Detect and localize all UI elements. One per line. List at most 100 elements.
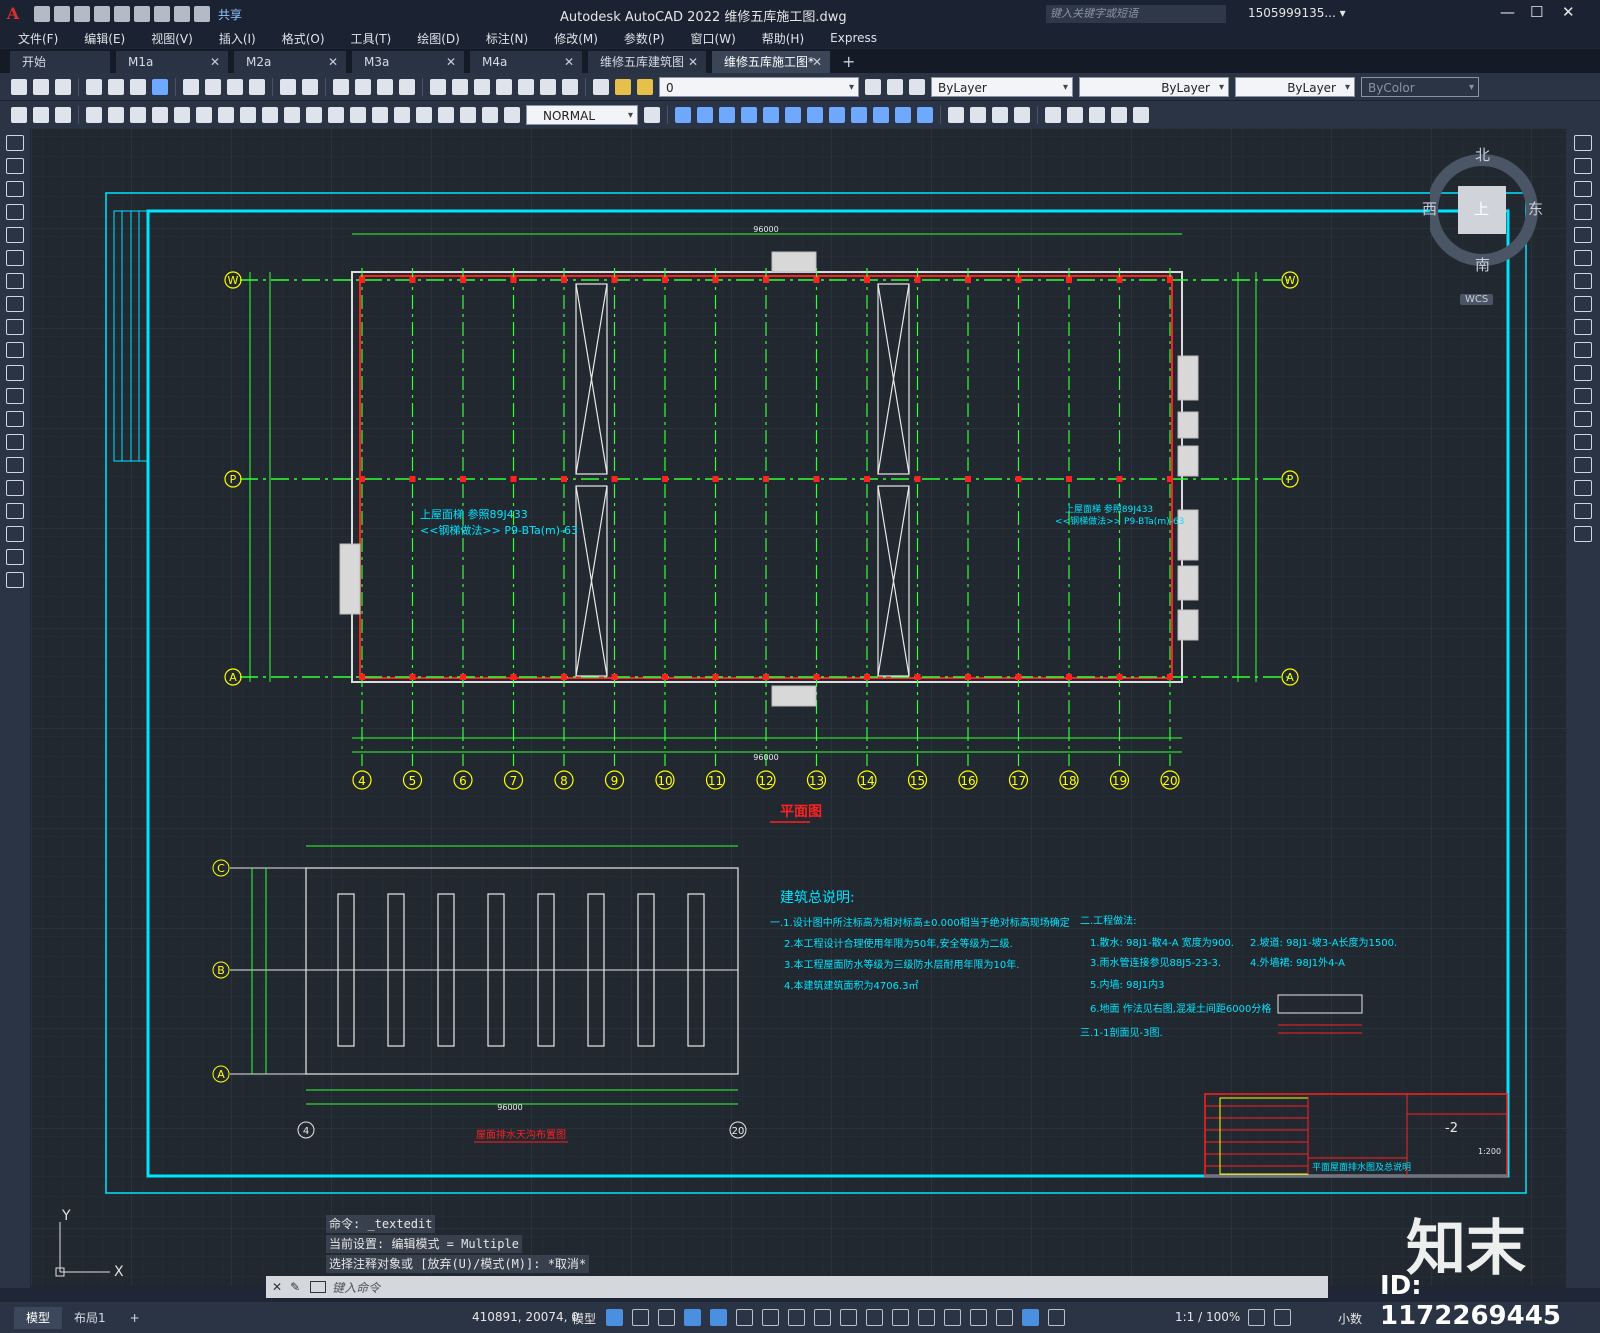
zoom-previous-icon[interactable] <box>399 78 415 95</box>
menu-item[interactable]: 编辑(E) <box>84 30 125 47</box>
close-tab-icon[interactable]: ✕ <box>328 51 338 73</box>
compass-west[interactable]: 西 <box>1422 198 1437 219</box>
workspace-gear-icon[interactable] <box>1248 1309 1265 1326</box>
undo-icon[interactable] <box>280 78 296 95</box>
publish-icon[interactable] <box>130 78 146 95</box>
table-icon[interactable] <box>6 526 24 542</box>
table-icon[interactable] <box>55 106 71 123</box>
isodraft-icon[interactable] <box>762 1309 779 1326</box>
break-at-point-icon[interactable] <box>1574 388 1592 404</box>
blend-icon[interactable] <box>1574 503 1592 519</box>
viewcube[interactable]: 北 南 东 西 上 WCS <box>1422 142 1566 312</box>
dim-continue-icon[interactable] <box>306 106 322 123</box>
cube-top-face[interactable]: 上 <box>1474 198 1489 219</box>
jogged-linear-icon[interactable] <box>438 106 454 123</box>
file-tab[interactable]: M3a ✕ <box>352 51 464 73</box>
ucs-z-icon[interactable] <box>917 106 933 123</box>
command-input[interactable]: ✕ ✎ 键入命令 <box>266 1276 1328 1298</box>
menu-item[interactable]: 文件(F) <box>18 30 58 47</box>
paste-icon[interactable] <box>227 78 243 95</box>
offset-icon[interactable] <box>1574 204 1592 220</box>
polyline-icon[interactable] <box>6 181 24 197</box>
transparency-icon[interactable] <box>866 1309 883 1326</box>
lineweight-combo[interactable]: ByLayer ▾ <box>1235 76 1355 97</box>
save-as-icon[interactable] <box>94 6 110 22</box>
hatch-icon[interactable] <box>6 457 24 473</box>
extend-icon[interactable] <box>1574 365 1592 381</box>
cut-icon[interactable] <box>183 78 199 95</box>
bulb-icon[interactable] <box>615 78 631 95</box>
minimize-button[interactable]: — <box>1500 3 1515 21</box>
polygon-icon[interactable] <box>6 204 24 220</box>
save-icon[interactable] <box>55 78 71 95</box>
properties-icon[interactable] <box>430 78 446 95</box>
dynamic-input-icon[interactable] <box>684 1309 701 1326</box>
redo-icon[interactable] <box>194 6 210 22</box>
close-tab-icon[interactable]: ✕ <box>446 51 456 73</box>
markup-icon[interactable] <box>518 78 534 95</box>
ucs-y-icon[interactable] <box>895 106 911 123</box>
rectangle-icon[interactable] <box>6 227 24 243</box>
copy-object-icon[interactable] <box>1574 158 1592 174</box>
match-prop-icon[interactable] <box>249 78 265 95</box>
dim-update-icon[interactable] <box>504 106 520 123</box>
compass-east[interactable]: 东 <box>1528 198 1543 219</box>
plot-icon[interactable] <box>154 6 170 22</box>
dim-jogged-icon[interactable] <box>196 106 212 123</box>
zoom-window-icon[interactable] <box>377 78 393 95</box>
dim-aligned-icon[interactable] <box>108 106 124 123</box>
quick-dim-icon[interactable] <box>262 106 278 123</box>
layer-properties-icon[interactable] <box>593 78 609 95</box>
plotstyle-combo[interactable]: ByColor ▾ <box>1361 76 1479 97</box>
design-center-icon[interactable] <box>452 78 468 95</box>
annotation-scale[interactable]: 1:1 / 100% <box>1175 1310 1240 1324</box>
dim-text-edit-icon[interactable] <box>482 106 498 123</box>
compass-south[interactable]: 南 <box>1475 254 1490 275</box>
scale-icon[interactable] <box>1574 296 1592 312</box>
polar-icon[interactable] <box>736 1309 753 1326</box>
fillet-icon[interactable] <box>1574 480 1592 496</box>
inspection-icon[interactable] <box>416 106 432 123</box>
revcloud-icon[interactable] <box>6 296 24 312</box>
ucs-previous-icon[interactable] <box>719 106 735 123</box>
new-icon[interactable] <box>34 6 50 22</box>
redo-icon[interactable] <box>302 78 318 95</box>
dim-radius-icon[interactable] <box>174 106 190 123</box>
mirror-icon[interactable] <box>1574 181 1592 197</box>
file-tab[interactable]: M4a ✕ <box>470 51 582 73</box>
construction-line-icon[interactable] <box>6 158 24 174</box>
open-icon[interactable] <box>33 78 49 95</box>
annotate-icon[interactable] <box>11 106 27 123</box>
user-account[interactable]: 1505999135... ▾ <box>1248 6 1346 20</box>
annotation-visibility-icon[interactable] <box>1022 1309 1039 1326</box>
dim-arc-icon[interactable] <box>130 106 146 123</box>
undo-icon[interactable] <box>174 6 190 22</box>
menu-item[interactable]: 标注(N) <box>486 30 528 47</box>
layer-previous-icon[interactable] <box>887 78 903 95</box>
ucs-3point-icon[interactable] <box>851 106 867 123</box>
autoscale-icon[interactable] <box>1048 1309 1065 1326</box>
point-icon[interactable] <box>6 434 24 450</box>
menu-item[interactable]: 窗口(W) <box>691 30 736 47</box>
add-selected-icon[interactable] <box>6 572 24 588</box>
ortho-icon[interactable] <box>710 1309 727 1326</box>
file-tab[interactable]: 开始 <box>10 51 110 73</box>
close-tab-icon[interactable]: ✕ <box>210 51 220 73</box>
view-left-icon[interactable] <box>1067 106 1083 123</box>
new-icon[interactable] <box>11 78 27 95</box>
coordinate-readout[interactable]: 410891, 20074, 0 <box>472 1310 579 1324</box>
otrack-icon[interactable] <box>788 1309 805 1326</box>
close-button[interactable]: ✕ <box>1562 3 1575 21</box>
close-tab-icon[interactable]: ✕ <box>812 51 822 73</box>
model-space-toggle[interactable]: 模型 <box>572 1310 596 1327</box>
ucs-object-icon[interactable] <box>763 106 779 123</box>
menu-item[interactable]: 格式(O) <box>282 30 325 47</box>
layer-combo[interactable]: 0 ▾ <box>659 76 859 97</box>
calculator-icon[interactable] <box>540 78 556 95</box>
lineweight-icon[interactable] <box>840 1309 857 1326</box>
drawing-canvas[interactable]: 4 5 6 7 8 9 10 11 12 13 14 15 16 17 18 19 20 W W P P A A <box>31 128 1566 1286</box>
ucs-world-icon[interactable] <box>697 106 713 123</box>
wcs-menu[interactable]: WCS <box>1460 294 1494 305</box>
explode-icon[interactable] <box>1574 526 1592 542</box>
gizmo-icon[interactable] <box>996 1309 1013 1326</box>
